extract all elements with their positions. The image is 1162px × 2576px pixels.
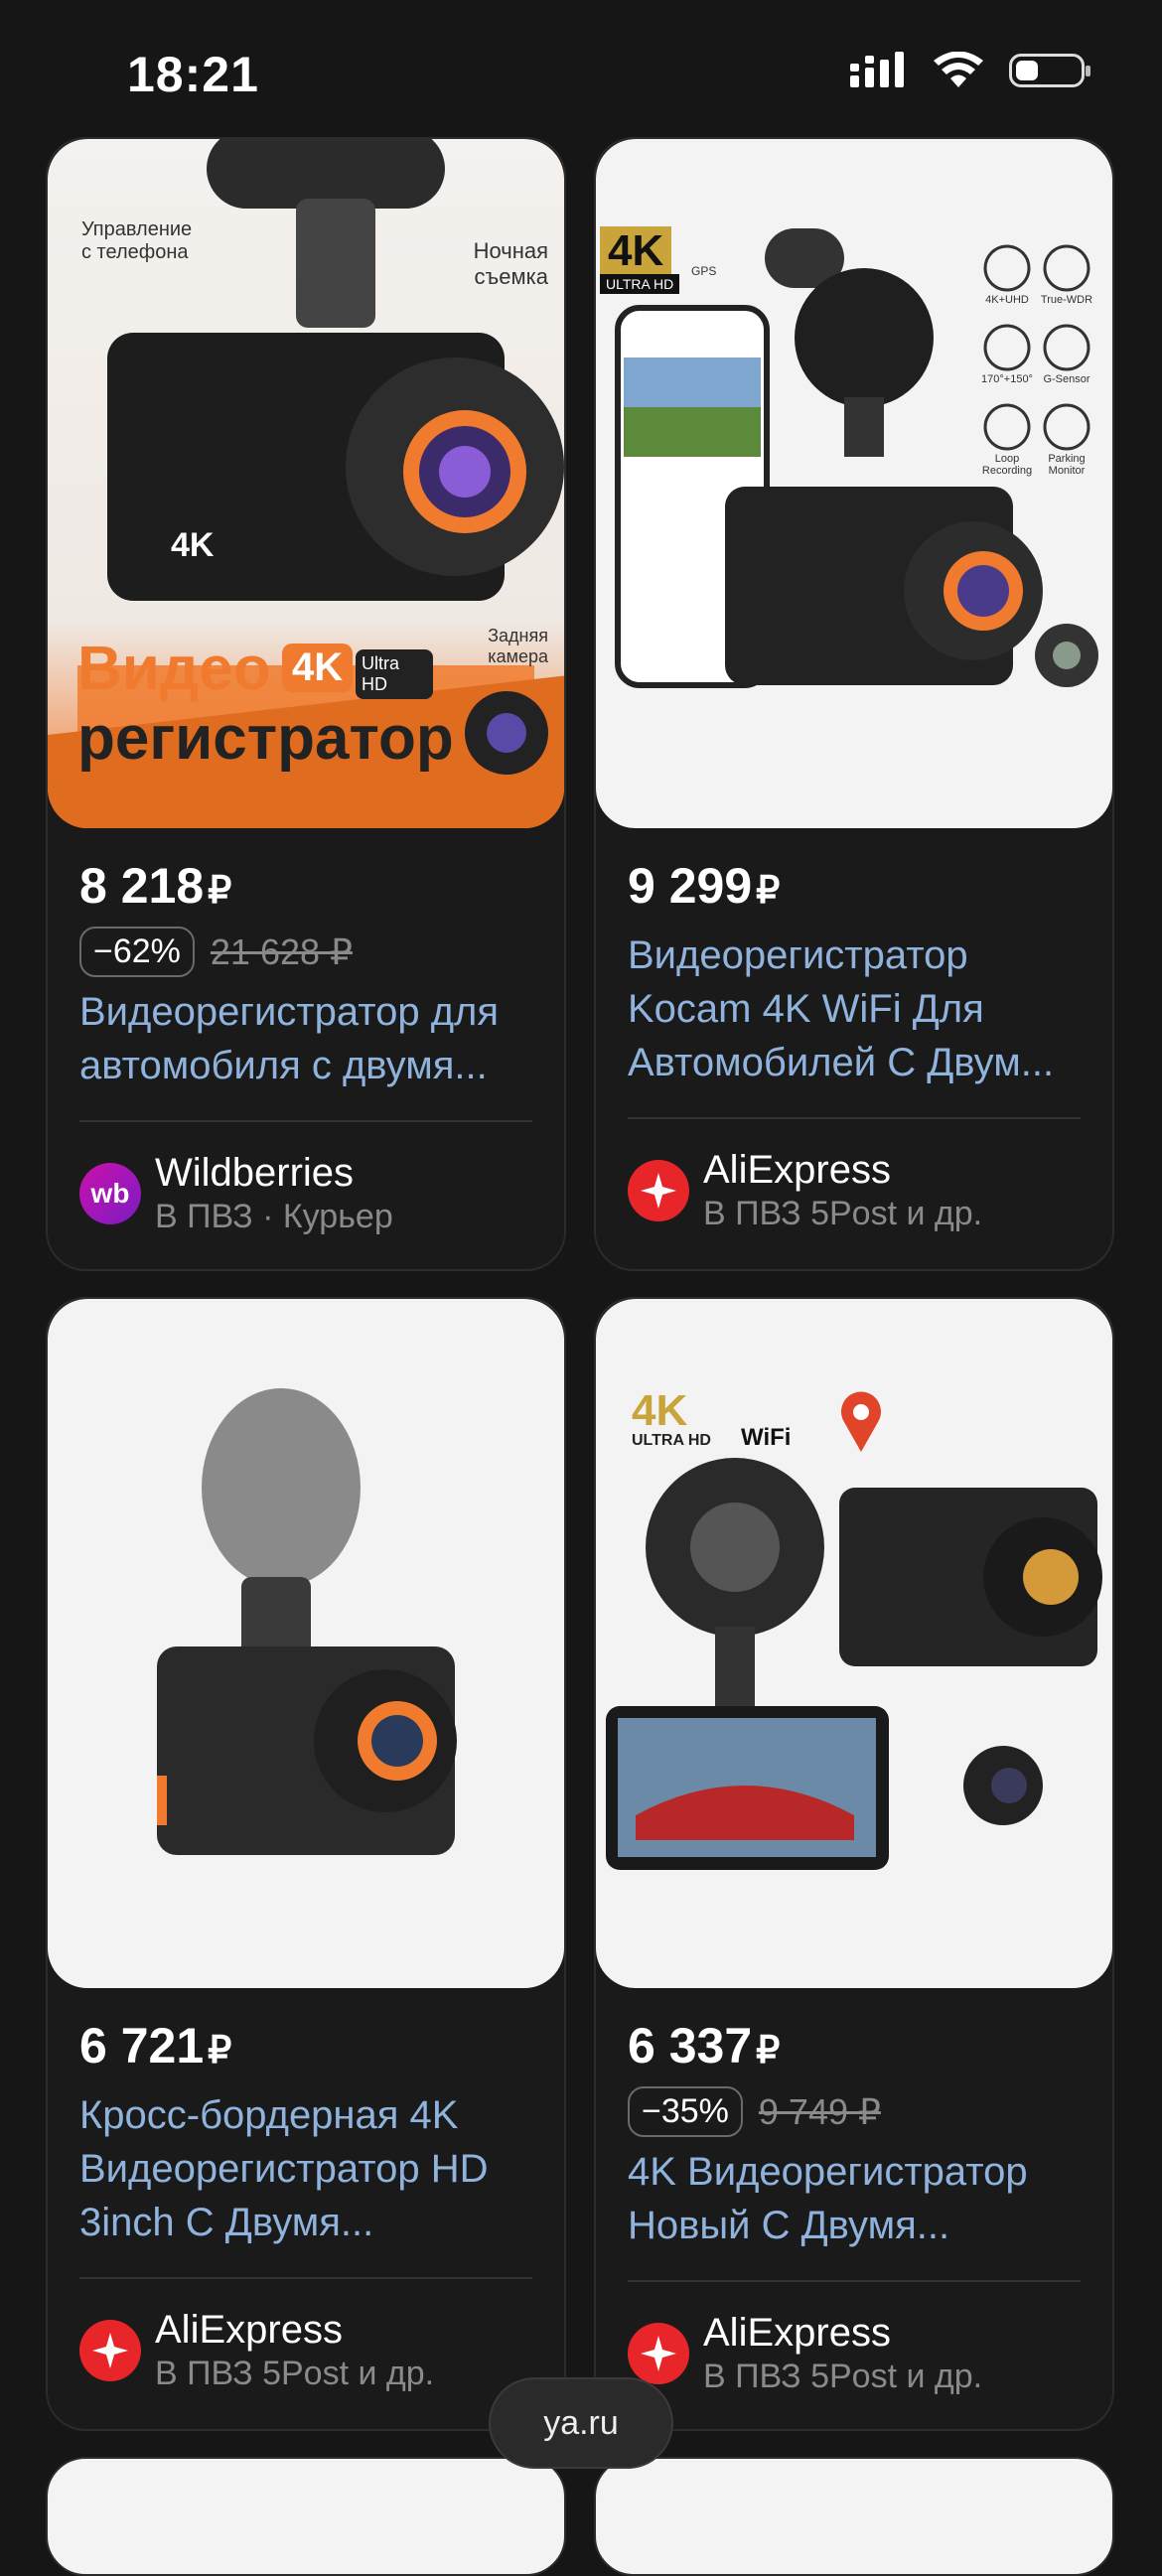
divider bbox=[628, 2280, 1081, 2282]
product-image[interactable]: 4K ULTRA HD GPS 4K+UHD True-WDR 170°+150… bbox=[596, 139, 1112, 828]
image-gps-label: GPS bbox=[691, 264, 717, 278]
discount-badge: −35% bbox=[628, 2086, 743, 2137]
product-card[interactable]: 6 721 ₽ Кросс-бордерная 4K Видеорегистрат… bbox=[46, 1297, 566, 2431]
product-price: 9 299 ₽ bbox=[628, 858, 781, 914]
product-info: 6 721 ₽ Кросс-бордерная 4K Видеорегистрат… bbox=[79, 2016, 532, 2394]
feature-label: 4K+UHD bbox=[985, 294, 1029, 306]
seller-row[interactable]: wb Wildberries В ПВЗ · Курьер bbox=[79, 1150, 532, 1237]
divider bbox=[628, 1117, 1081, 1119]
url-bar[interactable]: ya.ru bbox=[489, 2377, 673, 2469]
discount-badge: −62% bbox=[79, 927, 195, 977]
status-time: 18:21 bbox=[127, 47, 259, 102]
discount-row: −35% 9 749 ₽ bbox=[628, 2086, 1081, 2137]
image-caption-control: Управление с телефона bbox=[81, 218, 193, 263]
feature-label: Parking Monitor bbox=[1048, 453, 1086, 477]
seller-name: AliExpress bbox=[703, 2311, 891, 2355]
product-card[interactable]: 4K ULTRA HD WiFi 6 337 ₽ −35% 9 749 ₽ 4K … bbox=[594, 1297, 1114, 2431]
product-card[interactable] bbox=[594, 2457, 1114, 2576]
seller-row[interactable]: AliExpress В ПВЗ 5Post и др. bbox=[628, 2310, 1081, 2397]
delivery-info: В ПВЗ 5Post и др. bbox=[155, 2355, 435, 2392]
old-price: 9 749 ₽ bbox=[758, 2090, 881, 2132]
seller-name: Wildberries bbox=[155, 1151, 355, 1195]
feature-label: 170°+150° bbox=[981, 373, 1033, 385]
image-wifi-label: WiFi bbox=[741, 1424, 792, 1451]
aliexpress-logo-icon bbox=[628, 2323, 689, 2384]
aliexpress-logo-icon bbox=[628, 1160, 689, 1221]
image-headline-1: Видео bbox=[77, 635, 271, 703]
product-card[interactable]: Управление с телефона Ночная съемка 4K 4… bbox=[46, 137, 566, 1271]
product-card[interactable]: 4K ULTRA HD GPS 4K+UHD True-WDR 170°+150… bbox=[594, 137, 1114, 1271]
feature-label: True-WDR bbox=[1040, 294, 1093, 306]
aliexpress-logo-icon bbox=[79, 2320, 141, 2381]
product-image[interactable]: 4K ULTRA HD WiFi bbox=[596, 1299, 1112, 1988]
wifi-icon bbox=[934, 52, 983, 87]
image-caption-rear: Задняя камера bbox=[488, 626, 548, 666]
image-badge-uhd: ULTRA HD bbox=[600, 274, 680, 294]
product-info: 9 299 ₽ Видеорегистратор Kocam 4K WiFi Дл… bbox=[628, 856, 1081, 1234]
seller-row[interactable]: AliExpress В ПВЗ 5Post и др. bbox=[79, 2307, 532, 2394]
cellular-signal-icon bbox=[850, 52, 904, 87]
product-image[interactable] bbox=[48, 1299, 564, 1988]
product-price: 8 218 ₽ bbox=[79, 858, 232, 914]
seller-name: AliExpress bbox=[703, 1148, 891, 1192]
image-badge-4k: 4K bbox=[632, 1386, 688, 1435]
discount-row: −62% 21 628 ₽ bbox=[79, 927, 532, 977]
divider bbox=[79, 2277, 532, 2279]
delivery-info: В ПВЗ · Курьер bbox=[155, 1198, 393, 1235]
product-image[interactable]: Управление с телефона Ночная съемка 4K 4… bbox=[48, 139, 564, 828]
status-bar: 18:21 bbox=[0, 0, 1162, 139]
feature-label: G-Sensor bbox=[1043, 373, 1090, 385]
seller-name: AliExpress bbox=[155, 2308, 343, 2352]
location-pin-icon bbox=[841, 1391, 881, 1452]
product-title[interactable]: Видеорегистратор для автомобиля с двумя.… bbox=[79, 985, 532, 1092]
product-info: 6 337 ₽ −35% 9 749 ₽ 4K Видеорегистратор … bbox=[628, 2016, 1081, 2397]
image-badge-4k: 4K bbox=[282, 644, 354, 692]
old-price: 21 628 ₽ bbox=[210, 930, 353, 972]
product-price: 6 337 ₽ bbox=[628, 2018, 781, 2074]
wildberries-logo-icon: wb bbox=[79, 1163, 141, 1224]
product-title[interactable]: Кросс-бордерная 4K Видеорегистратор HD 3… bbox=[79, 2088, 532, 2249]
image-4k-mark: 4K bbox=[171, 526, 215, 564]
product-title[interactable]: 4K Видеорегистратор Новый С Двумя... bbox=[628, 2145, 1081, 2252]
image-badge-uhd: Ultra HD bbox=[356, 649, 433, 699]
status-icons bbox=[848, 52, 1090, 89]
product-card[interactable] bbox=[46, 2457, 566, 2576]
seller-row[interactable]: AliExpress В ПВЗ 5Post и др. bbox=[628, 1147, 1081, 1234]
divider bbox=[79, 1120, 532, 1122]
delivery-info: В ПВЗ 5Post и др. bbox=[703, 2358, 983, 2395]
image-badge-4k: 4K bbox=[600, 226, 672, 276]
image-caption-night: Ночная съемка bbox=[473, 238, 548, 289]
battery-icon bbox=[1009, 54, 1090, 87]
product-title[interactable]: Видеорегистратор Kocam 4K WiFi Для Автом… bbox=[628, 929, 1081, 1089]
image-badge-uhd: ULTRA HD bbox=[632, 1432, 711, 1449]
product-info: 8 218 ₽ −62% 21 628 ₽ Видеорегистратор дл… bbox=[79, 856, 532, 1237]
delivery-info: В ПВЗ 5Post и др. bbox=[703, 1195, 983, 1232]
feature-label: Loop Recording bbox=[981, 453, 1033, 477]
image-headline-2: регистратор bbox=[77, 704, 454, 773]
product-price: 6 721 ₽ bbox=[79, 2018, 232, 2074]
